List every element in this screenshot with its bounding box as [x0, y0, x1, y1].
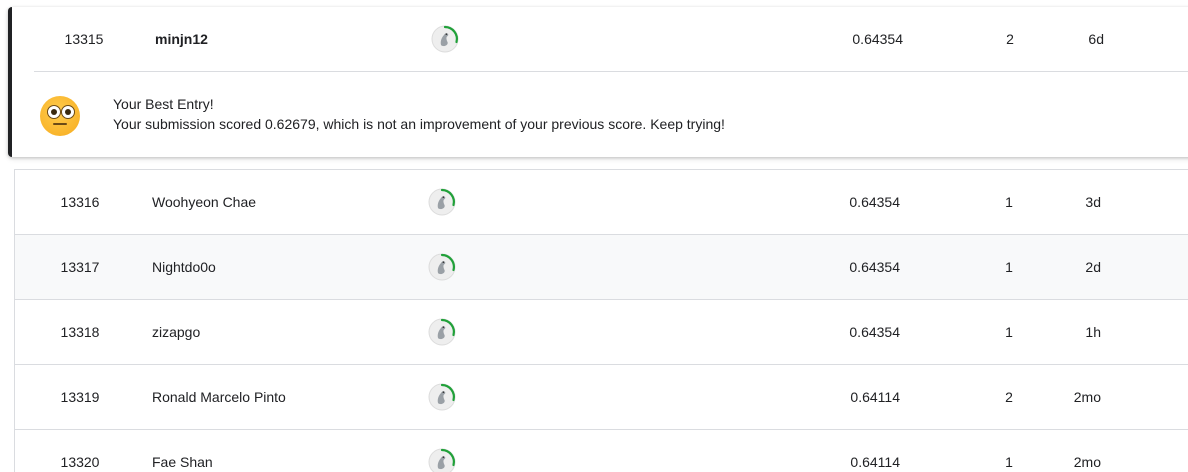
best-entry-title: Your Best Entry!	[113, 96, 214, 112]
score-cell: 0.64114	[850, 389, 900, 405]
rank-cell: 13315	[64, 31, 104, 47]
rank-cell: 13320	[60, 454, 100, 470]
table-row[interactable]: 13316 Woohyeon Chae 0.64354 1 3d	[15, 170, 1188, 235]
entries-cell: 2	[1006, 31, 1014, 47]
goose-avatar-icon[interactable]	[427, 447, 457, 472]
my-entry-card: 13315 minjn12 0.64354 2 6d Your Best Ent…	[8, 7, 1188, 157]
rank-cell: 13318	[60, 324, 100, 340]
team-name-link[interactable]: Nightdo0o	[152, 235, 216, 299]
entries-cell: 1	[1005, 259, 1013, 275]
last-submission-cell: 2d	[1085, 259, 1101, 275]
leaderboard-list: 13316 Woohyeon Chae 0.64354 1 3d 13317 N…	[14, 169, 1188, 472]
team-name-link[interactable]: minjn12	[155, 7, 208, 71]
table-row[interactable]: 13320 Fae Shan 0.64114 1 2mo	[15, 430, 1188, 472]
last-submission-cell: 3d	[1085, 194, 1101, 210]
goose-avatar-icon[interactable]	[427, 317, 457, 347]
team-name-link[interactable]: Ronald Marcelo Pinto	[152, 365, 286, 429]
score-cell: 0.64354	[849, 259, 900, 275]
score-cell: 0.64354	[849, 324, 900, 340]
last-submission-cell: 1h	[1085, 324, 1101, 340]
team-name-link[interactable]: zizapgo	[152, 300, 200, 364]
table-row[interactable]: 13319 Ronald Marcelo Pinto 0.64114 2 2mo	[15, 365, 1188, 430]
score-cell: 0.64354	[849, 194, 900, 210]
score-cell: 0.64114	[850, 454, 900, 470]
leaderboard-page: 13315 minjn12 0.64354 2 6d Your Best Ent…	[0, 0, 1188, 472]
rank-cell: 13316	[60, 194, 100, 210]
team-name-link[interactable]: Woohyeon Chae	[152, 170, 256, 234]
my-entry-row[interactable]: 13315 minjn12 0.64354 2 6d	[12, 7, 1188, 71]
entries-cell: 1	[1005, 324, 1013, 340]
goose-avatar-icon[interactable]	[430, 24, 460, 54]
goose-avatar-icon[interactable]	[427, 382, 457, 412]
last-submission-cell: 2mo	[1073, 454, 1101, 470]
table-row[interactable]: 13317 Nightdo0o 0.64354 1 2d	[15, 235, 1188, 300]
wide-eyed-emoji-icon	[40, 96, 80, 136]
goose-avatar-icon[interactable]	[427, 252, 457, 282]
team-name-link[interactable]: Fae Shan	[152, 430, 213, 472]
last-submission-cell: 6d	[1088, 31, 1104, 47]
entries-cell: 1	[1005, 194, 1013, 210]
entries-cell: 2	[1005, 389, 1013, 405]
last-submission-cell: 2mo	[1073, 389, 1101, 405]
entries-cell: 1	[1005, 454, 1013, 470]
goose-avatar-icon[interactable]	[427, 187, 457, 217]
rank-cell: 13319	[60, 389, 100, 405]
best-entry-message: Your submission scored 0.62679, which is…	[113, 116, 725, 132]
table-row[interactable]: 13318 zizapgo 0.64354 1 1h	[15, 300, 1188, 365]
rank-cell: 13317	[60, 259, 100, 275]
best-entry-banner: Your Best Entry! Your submission scored …	[12, 72, 1188, 157]
score-cell: 0.64354	[852, 31, 903, 47]
